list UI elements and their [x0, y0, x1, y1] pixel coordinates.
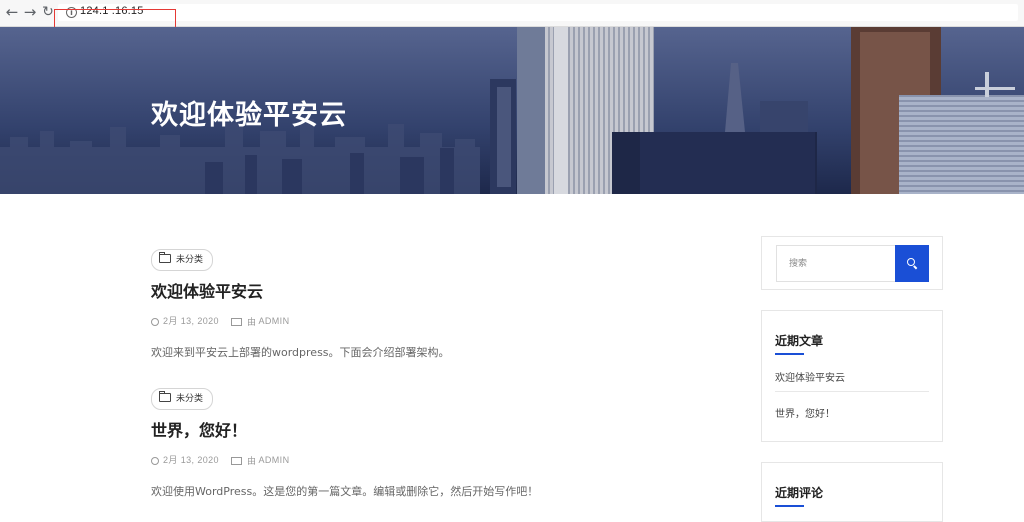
back-arrow-icon[interactable]: ← — [3, 3, 21, 21]
recent-comments-title: 近期评论 — [775, 486, 824, 500]
folder-icon — [159, 252, 171, 263]
folder-icon — [159, 391, 171, 402]
recent-posts-title: 近期文章 — [775, 334, 824, 348]
category-badge[interactable]: 未分类 — [151, 388, 214, 410]
post-date[interactable]: 2月 13, 2020 — [163, 455, 219, 465]
post-meta: 2月 13, 2020 由 ADMIN — [151, 314, 711, 328]
hero-title: 欢迎体验平安云 — [151, 100, 347, 131]
post-title[interactable]: 世界，您好！ — [151, 417, 711, 441]
recent-posts-widget: 近期文章 欢迎体验平安云 世界，您好！ — [761, 310, 943, 442]
search-input[interactable] — [776, 245, 895, 282]
category-badge[interactable]: 未分类 — [151, 249, 214, 271]
post-excerpt: 欢迎来到平安云上部署的wordpress。下面会介绍部署架构。 — [151, 346, 450, 360]
post-meta: 2月 13, 2020 由 ADMIN — [151, 453, 711, 467]
clock-icon — [151, 317, 159, 326]
category-label: 未分类 — [176, 394, 204, 404]
post-card: 未分类 世界，您好！ 2月 13, 2020 由 ADMIN 欢迎使用WordPr… — [151, 386, 711, 499]
post-card: 未分类 欢迎体验平安云 2月 13, 2020 由 ADMIN 欢迎来到平安云上部… — [151, 247, 711, 360]
author-icon — [230, 317, 242, 326]
clock-icon — [151, 456, 159, 465]
post-date[interactable]: 2月 13, 2020 — [163, 316, 219, 326]
title-underline — [775, 505, 804, 507]
author-prefix: 由 — [246, 317, 256, 328]
hero-banner: 欢迎体验平安云 — [0, 27, 1024, 194]
recent-comments-widget: 近期评论 — [761, 462, 943, 522]
recent-post-link[interactable]: 欢迎体验平安云 — [775, 369, 845, 384]
post-author[interactable]: ADMIN — [258, 455, 289, 465]
category-label: 未分类 — [176, 255, 204, 265]
search-icon — [907, 258, 915, 266]
divider — [775, 391, 929, 392]
post-title[interactable]: 欢迎体验平安云 — [151, 278, 711, 302]
author-icon — [230, 456, 242, 465]
author-prefix: 由 — [246, 456, 256, 467]
address-bar[interactable]: i 124.1 .16.15 — [58, 4, 1018, 21]
post-author[interactable]: ADMIN — [258, 316, 289, 326]
search-widget — [761, 236, 943, 290]
recent-post-link[interactable]: 世界，您好！ — [775, 405, 835, 420]
post-excerpt: 欢迎使用WordPress。这是您的第一篇文章。编辑或删除它，然后开始写作吧！ — [151, 485, 539, 499]
forward-arrow-icon[interactable]: → — [21, 3, 39, 21]
search-button[interactable] — [895, 245, 929, 282]
title-underline — [775, 353, 804, 355]
